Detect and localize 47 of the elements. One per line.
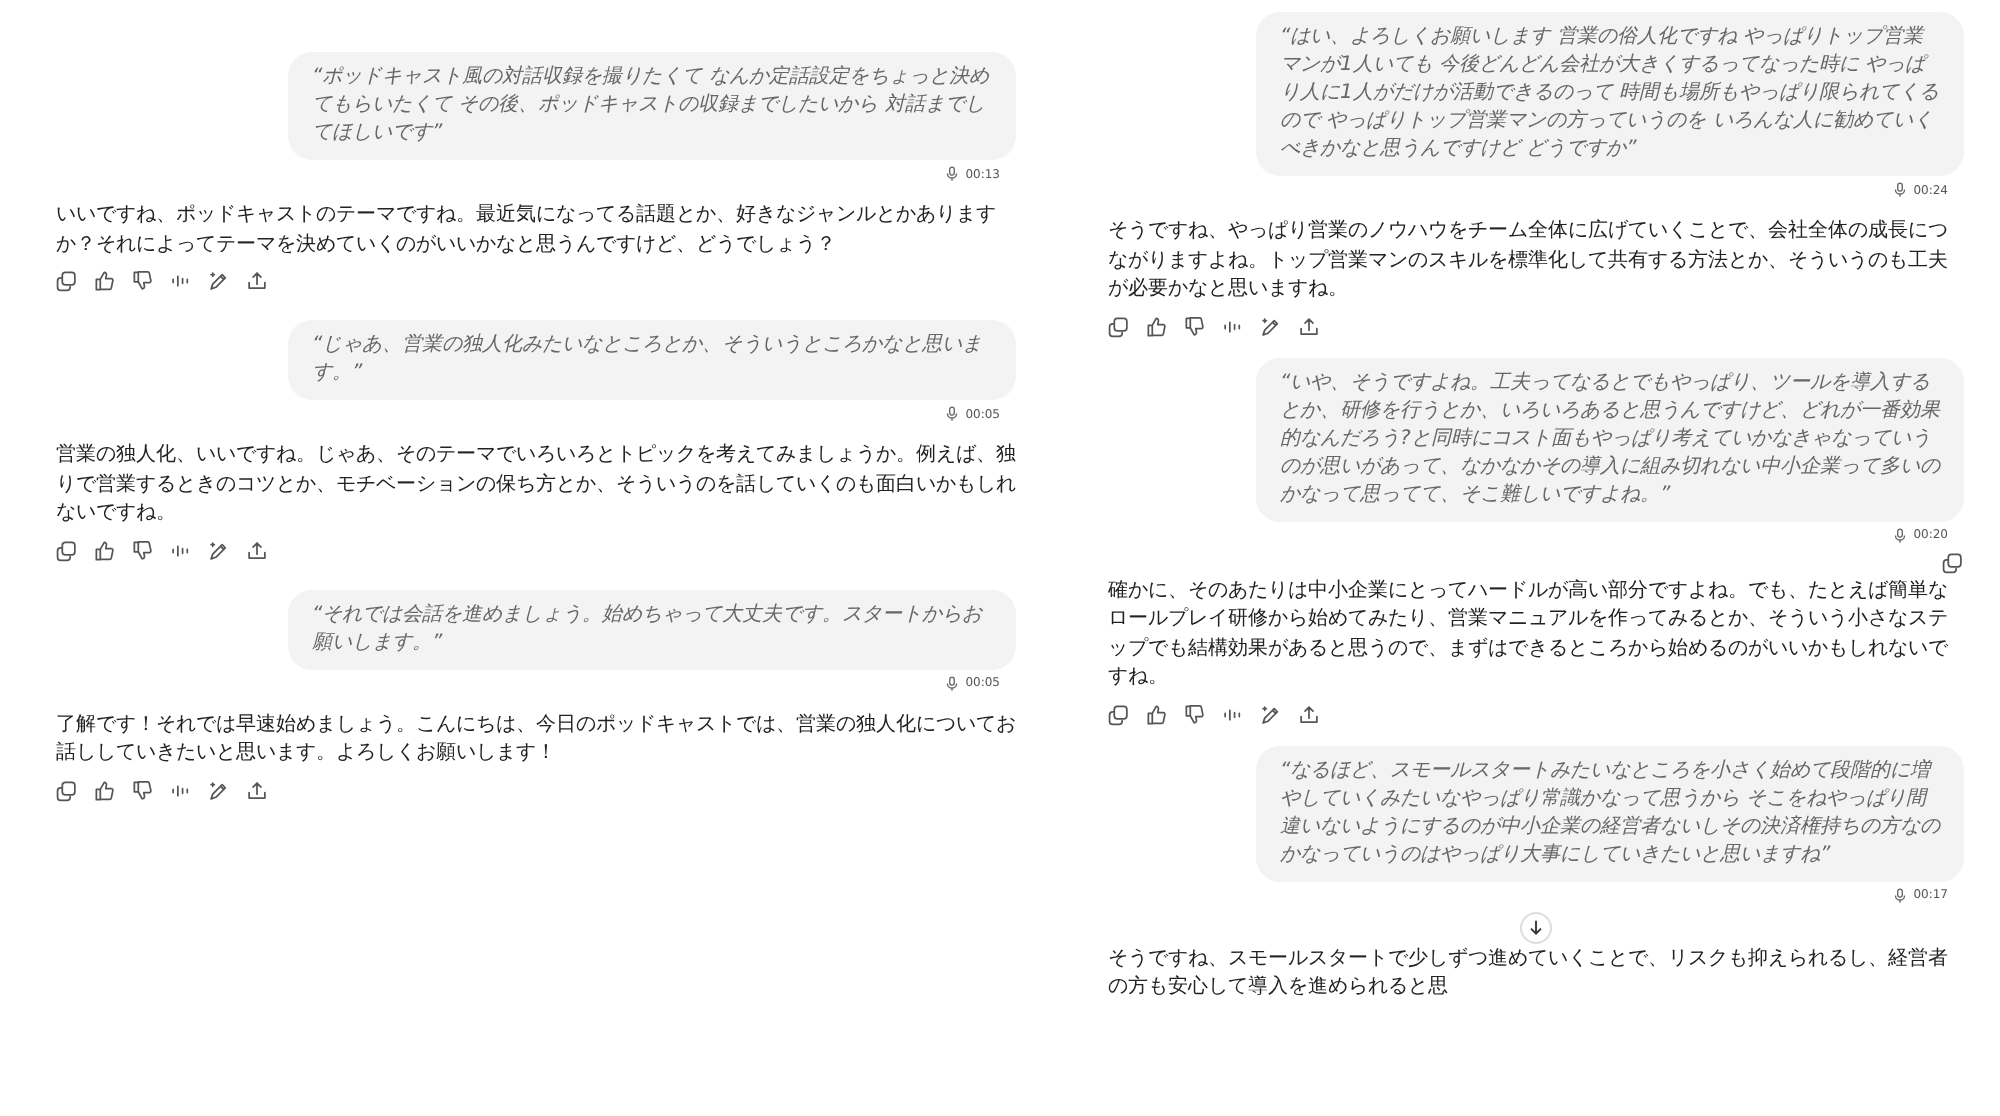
microphone-icon: [1891, 527, 1908, 543]
thumbs-down-icon[interactable]: [132, 539, 154, 561]
user-message: “なるほど、スモールスタートみたいなところを小さく始めて段階的に増やしていくみたいなやっぱり常識かなって思うから そこをねやっぱり間違いないようにするのが中小企業の経営者ないしその決済権持ちの方なのかなっていうのはやっぱり大事にしていきたいと思いますね”: [1256, 745, 1964, 881]
copy-icon[interactable]: [1942, 551, 1964, 573]
user-message: “それでは会話を進めましょう。始めちゃって大丈夫です。スタートからお願いします。”: [288, 589, 1016, 669]
user-message: “ポッドキャスト風の対話収録を撮りたくて なんか定話設定をちょっと決めてもらいたくて その後、ポッドキャストの収録までしたいから 対話までしてほしいです”: [288, 52, 1016, 160]
thumbs-up-icon[interactable]: [1146, 703, 1168, 725]
edit-icon[interactable]: [208, 270, 230, 292]
edit-icon[interactable]: [208, 539, 230, 561]
thumbs-up-icon[interactable]: [94, 779, 116, 801]
assistant-message: そうですね、スモールスタートで少しずつ進めていくことで、リスクも抑えられるし、経営者の方も安心して導入を進められると思: [1108, 945, 1950, 1002]
copy-icon[interactable]: [1108, 315, 1130, 337]
microphone-icon: [1891, 887, 1908, 903]
share-icon[interactable]: [246, 270, 268, 292]
copy-icon[interactable]: [56, 270, 78, 292]
assistant-message: いいですね、ポッドキャストのテーマですね。最近気になってる話題とか、好きなジャンルとかありますか？それによってテーマを決めていくのがいいかなと思うんですけど、どうでしょう？: [56, 202, 998, 259]
edit-icon[interactable]: [208, 779, 230, 801]
assistant-message: 営業の独人化、いいですね。じゃあ、そのテーマでいろいろとトピックを考えてみましょうか。例えば、独りで営業するときのコツとか、モチベーションの保ち方とか、そういうのを話していくのも面白いかもしれないですね。: [56, 442, 1016, 528]
thumbs-down-icon[interactable]: [132, 779, 154, 801]
share-icon[interactable]: [246, 779, 268, 801]
scroll-down-button[interactable]: [1520, 911, 1552, 943]
assistant-message: そうですね、やっぱり営業のノウハウをチーム全体に広げていくことで、会社全体の成長につながりますよね。トップ営業マンのスキルを標準化して共有する方法とか、そういうのも工夫が必要かなと思いますね。: [1108, 218, 1950, 304]
copy-icon[interactable]: [1108, 703, 1130, 725]
microphone-icon: [943, 406, 960, 422]
thumbs-up-icon[interactable]: [94, 539, 116, 561]
thumbs-down-icon[interactable]: [132, 270, 154, 292]
waveform-icon[interactable]: [170, 270, 192, 292]
user-message: “じゃあ、営業の独人化みたいなところとか、そういうところかなと思います。”: [288, 320, 1016, 400]
microphone-icon: [943, 166, 960, 182]
share-icon[interactable]: [1298, 703, 1320, 725]
thumbs-up-icon[interactable]: [94, 270, 116, 292]
share-icon[interactable]: [246, 539, 268, 561]
microphone-icon: [1891, 182, 1908, 198]
copy-icon[interactable]: [56, 539, 78, 561]
user-message: “いや、そうですよね。工夫ってなるとでもやっぱり、ツールを導入するとか、研修を行うとか、いろいろあると思うんですけど、どれが一番効果的なんだろう?と同時にコスト面もやっぱり考えていかなきゃなっていうのが思いがあって、なかなかその導入に組み切れない中小企業って多いのかなって思ってて、そこ難しいですよね。”: [1256, 357, 1964, 521]
share-icon[interactable]: [1298, 315, 1320, 337]
assistant-message: 了解です！それでは早速始めましょう。こんにちは、今日のポッドキャストでは、営業の独人化についてお話ししていきたいと思います。よろしくお願いします！: [56, 711, 1016, 768]
thumbs-down-icon[interactable]: [1184, 703, 1206, 725]
assistant-message: 確かに、そのあたりは中小企業にとってハードルが高い部分ですよね。でも、たとえば簡単なロールプレイ研修から始めてみたり、営業マニュアルを作ってみるとか、そういう小さなステップでも結構効果があると思うので、まずはできるところから始めるのがいいかもしれないですね。: [1108, 577, 1950, 692]
thumbs-up-icon[interactable]: [1146, 315, 1168, 337]
edit-icon[interactable]: [1260, 703, 1282, 725]
microphone-icon: [943, 675, 960, 691]
edit-icon[interactable]: [1260, 315, 1282, 337]
copy-icon[interactable]: [56, 779, 78, 801]
thumbs-down-icon[interactable]: [1184, 315, 1206, 337]
user-message: “はい、よろしくお願いします 営業の俗人化ですね やっぱりトップ営業マンが1人いても 今後どんどん会社が大きくするってなった時に やっぱり人に1人がだけが活動できるのって 時間も場所もやっぱり限られてくるので やっぱりトップ営業マンの方っていうのを いろんな人に勧めていくべきかなと思うんですけど どうですか”: [1256, 12, 1964, 176]
arrow-down-icon: [1526, 917, 1546, 937]
